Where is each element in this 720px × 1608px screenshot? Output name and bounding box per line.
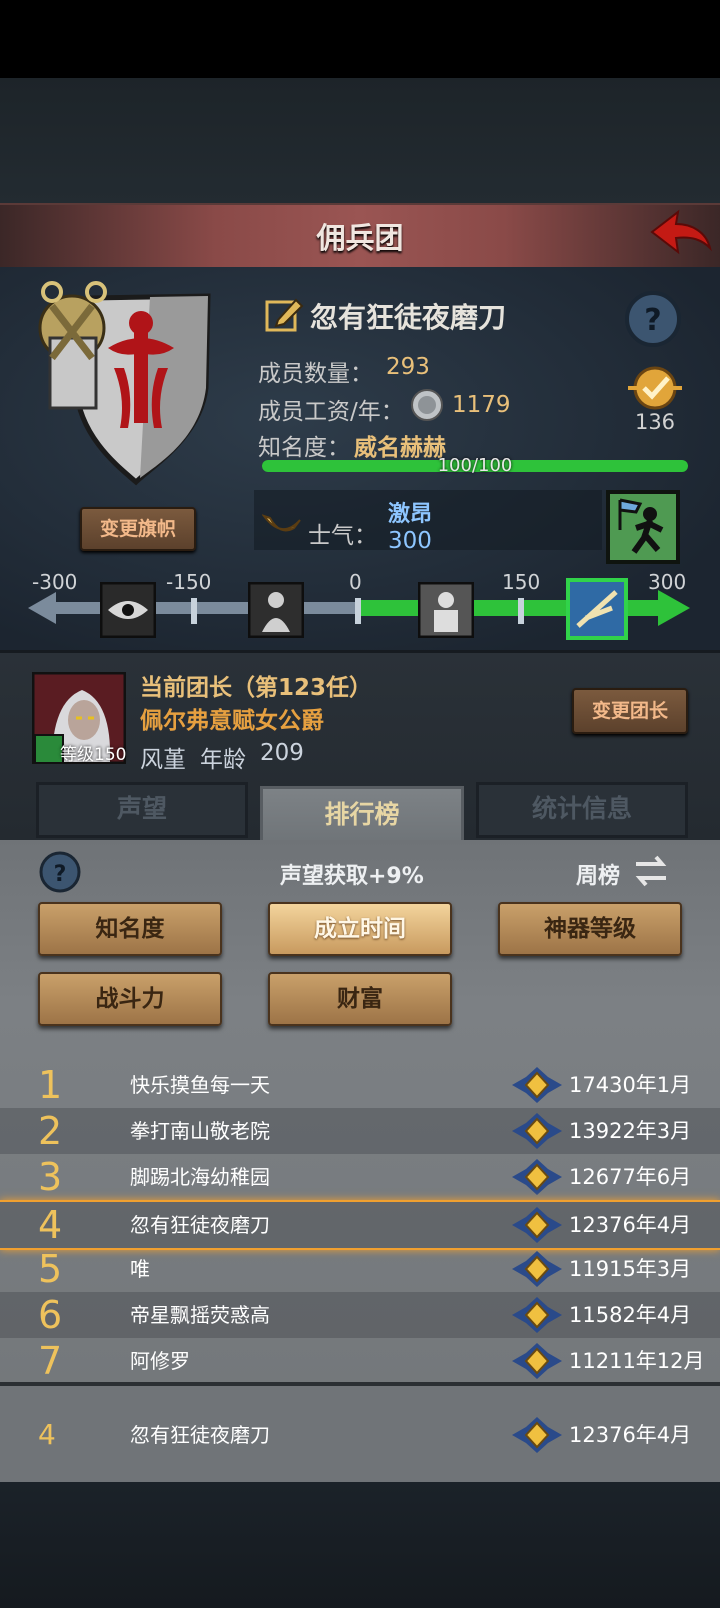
morale-state: 激昂 — [388, 502, 433, 527]
leader-trait: 风堇 — [140, 747, 186, 773]
change-leader-button[interactable]: 变更团长 — [572, 688, 688, 734]
row-name: 拳打南山敬老院 — [130, 1119, 270, 1143]
ranking-row[interactable]: 6 帝星飘摇荧惑高 11582年4月 — [0, 1292, 720, 1338]
guild-emblem — [38, 281, 211, 486]
check-badge-icon[interactable] — [624, 364, 686, 414]
self-rank-bar: 4 忽有狂徒夜磨刀 12376年4月 — [0, 1382, 720, 1486]
status-bar-area — [0, 0, 720, 78]
morale-label: 士气： — [308, 523, 377, 549]
row-rank: 2 — [38, 1109, 63, 1153]
tab-statistics[interactable]: 统计信息 — [476, 782, 688, 838]
scale-tick — [191, 598, 197, 624]
rank-badge-icon — [512, 1417, 562, 1453]
badge-count: 136 — [634, 410, 676, 434]
members-label: 成员数量： — [258, 361, 373, 387]
row-value: 17430年1月 — [569, 1073, 692, 1097]
row-rank: 3 — [38, 1155, 63, 1199]
ranking-row[interactable]: 2 拳打南山敬老院 13922年3月 — [0, 1108, 720, 1154]
self-rank-row[interactable]: 4 忽有狂徒夜磨刀 12376年4月 — [0, 1412, 720, 1458]
rank-badge-icon — [512, 1207, 562, 1243]
row-value: 11211年12月 — [569, 1349, 705, 1373]
row-name: 阿修罗 — [130, 1349, 190, 1373]
row-name: 帝星飘摇荧惑高 — [130, 1303, 270, 1327]
tab-ranking[interactable]: 排行榜 — [260, 786, 464, 846]
scale-tick — [518, 598, 524, 624]
rank-badge-icon — [512, 1159, 562, 1195]
leader-level: 等级150 — [60, 745, 127, 765]
svg-text:?: ? — [54, 862, 67, 887]
page-title: 佣兵团 — [316, 221, 404, 255]
ranking-list[interactable]: 1 快乐摸鱼每一天 17430年1月 2 拳打南山敬老院 13922年3月 3 … — [0, 1040, 720, 1386]
ranking-row[interactable]: 5 唯 11915年3月 — [0, 1246, 720, 1292]
back-arrow-icon[interactable] — [648, 208, 712, 260]
filter-wealth-button[interactable]: 财富 — [268, 972, 452, 1026]
row-value: 13922年3月 — [569, 1119, 692, 1143]
row-value: 11582年4月 — [569, 1303, 692, 1327]
row-name: 忽有狂徒夜磨刀 — [130, 1213, 270, 1237]
ranking-row[interactable]: 3 脚踢北海幼稚园 12677年6月 — [0, 1154, 720, 1200]
background-top — [0, 78, 720, 203]
footer-background — [0, 1482, 720, 1608]
row-name: 快乐摸鱼每一天 — [130, 1073, 270, 1097]
period-label[interactable]: 周榜 — [576, 858, 620, 890]
leader-age-label: 年龄 — [200, 747, 246, 773]
edit-icon[interactable] — [264, 294, 304, 334]
horn-icon — [262, 514, 301, 532]
rank-badge-icon — [512, 1251, 562, 1287]
flag-runner-icon[interactable] — [606, 490, 680, 564]
morale-despair-icon[interactable] — [248, 582, 304, 638]
morale-eye-icon[interactable] — [100, 582, 156, 638]
rank-badge-icon — [512, 1067, 562, 1103]
title-bar: 佣兵团 — [0, 203, 720, 269]
scale-tick — [355, 598, 361, 624]
fame-progress-text: 100/100 — [437, 455, 513, 476]
ranking-help-icon[interactable]: ? — [38, 850, 82, 894]
rank-badge-icon — [512, 1113, 562, 1149]
ranking-row-highlighted[interactable]: 4 忽有狂徒夜磨刀 12376年4月 — [0, 1200, 720, 1250]
row-rank: 1 — [38, 1063, 63, 1107]
scale-tick-label: -150 — [166, 570, 212, 594]
row-value: 12677年6月 — [569, 1165, 692, 1189]
svg-text:?: ? — [644, 303, 661, 338]
filter-artifact-button[interactable]: 神器等级 — [498, 902, 682, 956]
filter-founded-button[interactable]: 成立时间 — [268, 902, 452, 956]
self-value: 12376年4月 — [569, 1423, 692, 1447]
row-name: 脚踢北海幼稚园 — [130, 1165, 270, 1189]
rank-badge-icon — [512, 1297, 562, 1333]
swap-icon[interactable] — [632, 852, 670, 890]
morale-high-icon[interactable] — [566, 578, 628, 640]
ranking-row[interactable]: 7 阿修罗 11211年12月 — [0, 1338, 720, 1384]
scale-tick-label: -300 — [32, 570, 78, 594]
change-flag-button[interactable]: 变更旗帜 — [80, 507, 196, 551]
wage-label: 成员工资/年： — [258, 399, 404, 425]
members-value: 293 — [386, 354, 430, 380]
help-icon[interactable]: ? — [624, 290, 682, 348]
row-value: 11915年3月 — [569, 1257, 692, 1281]
scale-tick-label: 0 — [349, 570, 362, 594]
filter-power-button[interactable]: 战斗力 — [38, 972, 222, 1026]
row-name: 唯 — [130, 1257, 150, 1281]
row-value: 12376年4月 — [569, 1213, 692, 1237]
row-rank: 7 — [38, 1339, 63, 1383]
morale-calm-icon[interactable] — [418, 582, 474, 638]
filter-fame-button[interactable]: 知名度 — [38, 902, 222, 956]
tab-reputation[interactable]: 声望 — [36, 782, 248, 838]
silver-coin-icon — [411, 389, 443, 421]
morale-value: 300 — [388, 528, 432, 554]
ranking-row[interactable]: 1 快乐摸鱼每一天 17430年1月 — [0, 1062, 720, 1108]
leader-age-value: 209 — [260, 740, 304, 766]
rank-badge-icon — [512, 1343, 562, 1379]
scale-tick-label: 300 — [648, 570, 687, 594]
row-rank: 5 — [38, 1247, 63, 1291]
scale-tick-label: 150 — [502, 570, 541, 594]
wage-value: 1179 — [452, 392, 511, 418]
self-rank: 4 — [38, 1418, 56, 1451]
leader-term: 当前团长（第123任） — [140, 675, 373, 701]
self-name: 忽有狂徒夜磨刀 — [130, 1423, 270, 1447]
row-rank: 4 — [38, 1203, 63, 1247]
row-rank: 6 — [38, 1293, 63, 1337]
guild-name: 忽有狂徒夜磨刀 — [310, 301, 507, 334]
reputation-bonus-text: 声望获取+9% — [280, 864, 424, 889]
leader-name: 佩尔弗意赋女公爵 — [140, 708, 324, 734]
